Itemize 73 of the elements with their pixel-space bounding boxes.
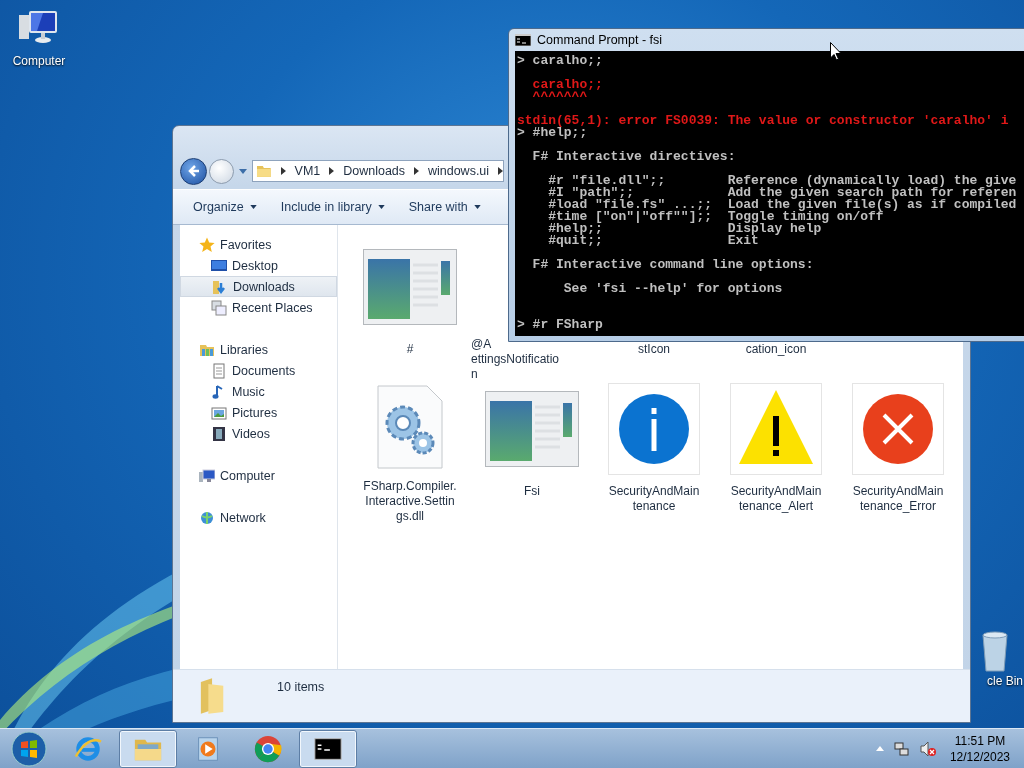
taskbar-button[interactable] bbox=[299, 729, 357, 768]
nav-item[interactable]: Pictures bbox=[180, 402, 337, 423]
file-name[interactable]: @A ettingsNotificatio n bbox=[471, 337, 560, 382]
breadcrumb-arrow-icon[interactable] bbox=[498, 167, 503, 175]
document-icon bbox=[211, 362, 227, 379]
nav-item[interactable]: Libraries bbox=[180, 339, 337, 360]
nav-item[interactable]: Computer bbox=[180, 465, 337, 486]
back-button[interactable] bbox=[180, 157, 207, 185]
caret-icon bbox=[249, 205, 257, 209]
caret-icon bbox=[377, 205, 385, 209]
nav-item[interactable]: Music bbox=[180, 381, 337, 402]
star-icon bbox=[199, 236, 215, 253]
file-name[interactable]: Fsi bbox=[524, 484, 540, 499]
desktop-icon bbox=[211, 257, 227, 274]
address-bar[interactable]: VM1 Downloads windows.ui bbox=[252, 160, 504, 182]
console-icon bbox=[515, 34, 531, 46]
warning-icon[interactable] bbox=[730, 383, 822, 475]
network-icon[interactable] bbox=[893, 740, 910, 757]
toolbar-menu-button[interactable]: Organize bbox=[187, 197, 263, 217]
error-line: caralho;; bbox=[531, 77, 603, 92]
breadcrumb-arrow-icon[interactable] bbox=[329, 167, 335, 175]
window-thumbnail-icon[interactable] bbox=[485, 390, 579, 468]
clock[interactable]: 11:51 PM 12/12/2023 bbox=[945, 732, 1014, 765]
nav-item[interactable]: Desktop bbox=[180, 255, 337, 276]
breadcrumb[interactable]: windows.ui bbox=[427, 164, 490, 178]
desktop-icon-label[interactable]: Computer bbox=[12, 54, 66, 68]
recent-places-icon bbox=[211, 299, 227, 316]
nav-item[interactable]: Documents bbox=[180, 360, 337, 381]
console-line: See 'fsi --help' for options bbox=[562, 281, 783, 296]
nav-item[interactable]: Videos bbox=[180, 423, 337, 444]
pictures-icon bbox=[211, 404, 227, 421]
browser-icon bbox=[253, 733, 283, 764]
file-name[interactable]: SecurityAndMain tenance_Error bbox=[852, 484, 944, 514]
file-name[interactable]: stIcon bbox=[638, 342, 670, 357]
settings-file-icon[interactable] bbox=[377, 383, 443, 470]
info-icon[interactable] bbox=[608, 383, 700, 475]
console-line: > #r FSharp bbox=[517, 317, 603, 332]
nav-item[interactable]: Network bbox=[180, 507, 337, 528]
file-name[interactable]: FSharp.Compiler. Interactive.Settin gs.dll bbox=[363, 479, 457, 524]
breadcrumb-arrow-icon[interactable] bbox=[414, 167, 419, 175]
start-button[interactable] bbox=[11, 730, 47, 767]
console-line: > caralho;; bbox=[517, 53, 603, 68]
recycle-bin-icon[interactable] bbox=[981, 628, 1009, 674]
breadcrumb[interactable]: Downloads bbox=[343, 164, 406, 178]
window-thumbnail-icon[interactable] bbox=[363, 248, 457, 326]
network-icon bbox=[199, 509, 215, 526]
window-title: Command Prompt - fsi bbox=[537, 33, 663, 47]
nav-item[interactable]: Downloads bbox=[180, 276, 337, 297]
desktop-icon-label[interactable]: cle Bin bbox=[987, 674, 1023, 688]
downloads-folder-icon bbox=[212, 278, 228, 295]
error-line: stdin(65,1): error FS0039: The value or constructor 'caralho' i bbox=[517, 113, 1009, 128]
file-name[interactable]: cation_icon bbox=[745, 342, 807, 357]
nav-item[interactable]: Recent Places bbox=[180, 297, 337, 318]
file-name[interactable]: # bbox=[406, 342, 414, 357]
console-line: F# Interactive directives: bbox=[531, 149, 736, 164]
caret-icon bbox=[473, 205, 481, 209]
console-line: F# Interactive command line options: bbox=[531, 257, 814, 272]
toolbar-menu-button[interactable]: Include in library bbox=[274, 197, 391, 217]
breadcrumb[interactable]: VM1 bbox=[294, 164, 321, 178]
console-line: #r "file.dll";; Reference (dynamically load) the give bbox=[547, 173, 1017, 188]
computer-icon bbox=[199, 467, 215, 484]
nav-item[interactable]: Favorites bbox=[180, 234, 337, 255]
film-icon bbox=[211, 425, 227, 442]
item-count: 10 items bbox=[277, 680, 325, 694]
error-line: ^^^^^^^ bbox=[531, 89, 588, 104]
toolbar-menu-button[interactable]: Share with bbox=[402, 197, 487, 217]
breadcrumb-arrow-icon[interactable] bbox=[280, 167, 286, 175]
file-name[interactable]: SecurityAndMain tenance_Alert bbox=[730, 484, 822, 514]
speaker-muted-icon[interactable] bbox=[919, 740, 936, 757]
file-name[interactable]: SecurityAndMain tenance bbox=[608, 484, 700, 514]
folder-icon bbox=[256, 163, 272, 179]
caret-icon[interactable] bbox=[239, 168, 247, 174]
error-icon[interactable] bbox=[852, 383, 944, 475]
